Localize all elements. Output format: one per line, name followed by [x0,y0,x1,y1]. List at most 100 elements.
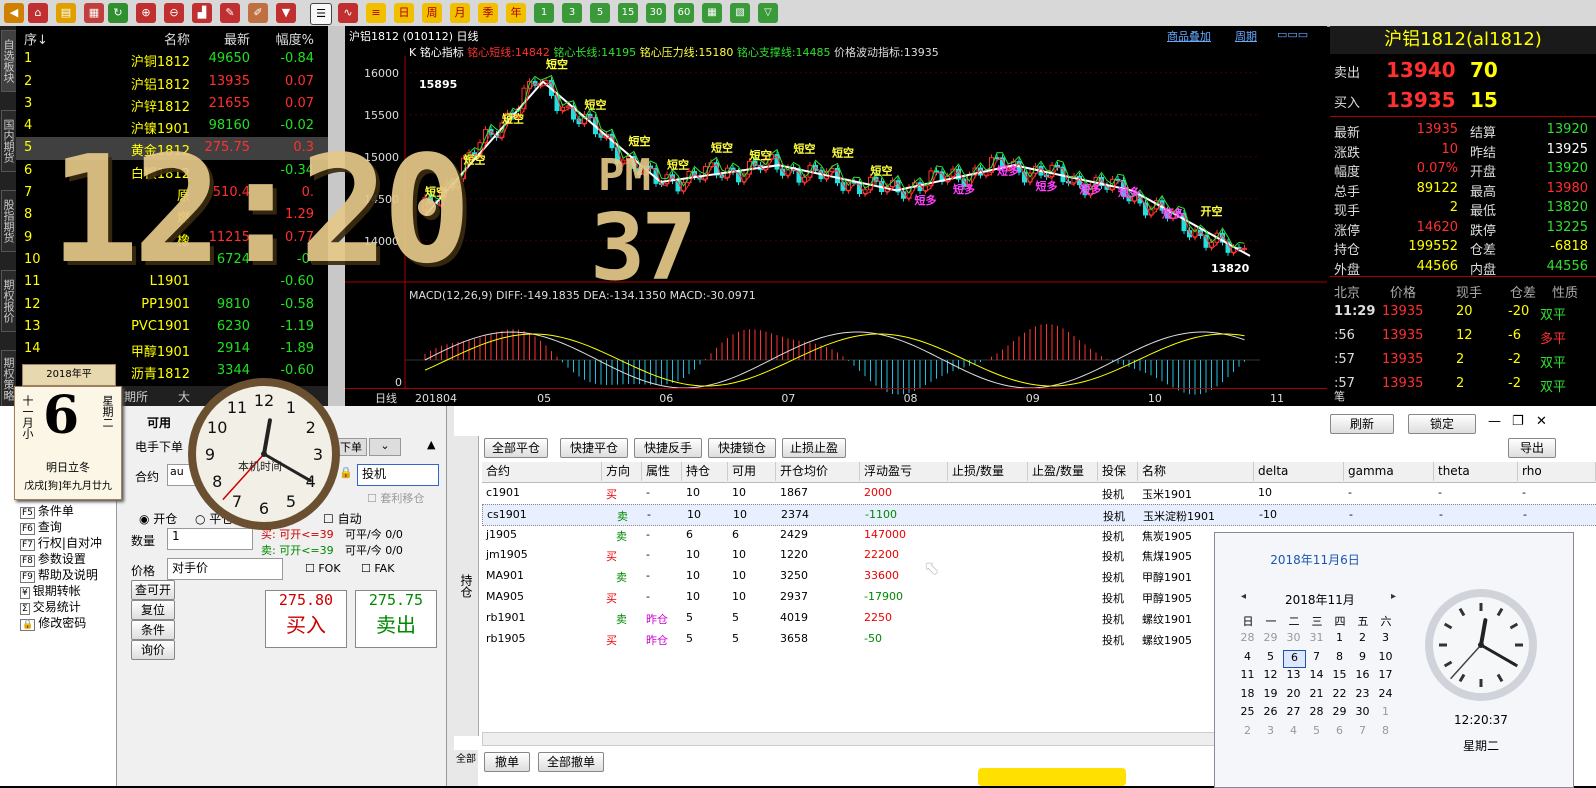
calendar-day-cell[interactable]: 4 [1283,724,1304,740]
price-mode-select[interactable]: 对手价 [167,558,283,580]
period-button-month[interactable]: 月 [450,3,470,23]
period-button-year[interactable]: 年 [506,3,526,23]
col-header-change[interactable]: 幅度% [248,29,314,48]
calendar-day-cell[interactable]: 21 [1306,687,1327,703]
function-menu-item[interactable]: ¥ 银期转帐 [20,582,81,599]
position-action-button[interactable]: 快捷反手 [634,438,702,458]
brush-icon[interactable]: ✐ [248,3,268,23]
calendar-day-cell[interactable]: 5 [1260,650,1281,666]
lock-button[interactable]: 锁定 [1408,414,1476,434]
calendar-day-cell[interactable]: 5 [1306,724,1327,740]
column-header[interactable]: 止损/数量 [948,462,1028,481]
order-icon[interactable]: ▦ [84,3,104,23]
quote-row[interactable]: 2 沪铝1812 13935 0.07 [16,71,328,93]
position-action-button[interactable]: 快捷平仓 [560,438,628,458]
quote-row[interactable]: 3 沪锌1812 21655 0.07 [16,93,328,115]
minimize-icon[interactable]: — [1488,414,1501,429]
open-radio[interactable]: ◉ 开仓 [139,510,177,527]
period-button-min[interactable]: ≡ [366,3,386,23]
calendar-day-cell[interactable]: 7 [1306,650,1327,666]
column-header[interactable]: 合约 [482,462,602,481]
calendar-day-cell[interactable]: 2 [1237,724,1258,740]
quote-row[interactable]: 14 甲醇1901 2914 -1.89 [16,338,328,360]
period-button-30min[interactable]: 30 [646,3,666,23]
function-menu-item[interactable]: F6 查询 [20,518,62,535]
position-row[interactable]: c1901 买 - 10 10 1867 2000 投机 玉米1901 10 - - - [482,483,1596,503]
calendar-day-cell[interactable]: 3 [1260,724,1281,740]
period-button-1min[interactable]: 1 [534,3,554,23]
analog-clock-widget[interactable]: 123456789101112 本机时间 [184,374,344,534]
home-icon[interactable]: ⌂ [28,3,48,23]
quote-row[interactable]: 1 沪铜1812 49650 -0.84 [16,48,328,70]
calendar-day-cell[interactable]: 16 [1352,668,1373,684]
tab-positions[interactable]: 持仓 [454,436,479,736]
vtab-domestic-futures[interactable]: 国内期货 [1,110,17,172]
column-header[interactable]: 方向 [602,462,642,481]
column-header[interactable]: 止盈/数量 [1028,462,1098,481]
hedge-select[interactable]: 投机 [357,464,439,486]
refresh-button[interactable]: 刷新 [1330,414,1394,434]
calendar-day-cell[interactable]: 30 [1352,705,1373,721]
calendar-day-cell[interactable]: 8 [1329,650,1350,666]
vtab-option-quotes[interactable]: 期权报价 [1,270,17,332]
tab-all-orders[interactable]: 全部 [454,750,478,786]
calendar-day-cell[interactable]: 25 [1237,705,1258,721]
next-month-icon[interactable]: ▸ [1391,591,1396,602]
function-menu-item[interactable]: F8 参数设置 [20,550,86,567]
col-header-last[interactable]: 最新 [176,29,250,48]
column-header[interactable]: rho [1518,462,1596,481]
horizontal-scrollbar[interactable] [482,732,1224,746]
calendar-day-cell[interactable]: 6 [1329,724,1350,740]
sell-button[interactable]: 275.75 卖出 [355,590,437,648]
calendar-day-cell[interactable]: 13 [1283,668,1304,684]
column-header[interactable]: 开仓均价 [776,462,860,481]
column-header[interactable]: delta [1254,462,1344,481]
calendar-day-cell[interactable]: 19 [1260,687,1281,703]
period-button-day[interactable]: 日 [394,3,414,23]
tab-exchange[interactable]: 期所 [124,388,148,405]
calendar-day-cell[interactable]: 29 [1260,631,1281,647]
collapse-icon[interactable]: ⌄ [369,438,401,456]
period-button-15min[interactable]: 15 [618,3,638,23]
column-header[interactable]: theta [1434,462,1518,481]
column-header[interactable]: 属性 [642,462,682,481]
period-button-5min[interactable]: 5 [590,3,610,23]
calendar-day-cell[interactable]: 4 [1237,650,1258,666]
column-header[interactable]: 持仓 [682,462,728,481]
position-action-button[interactable]: 全部平仓 [484,438,548,458]
tab-available-funds[interactable]: 可用 [147,414,171,431]
column-header[interactable]: gamma [1344,462,1434,481]
column-header[interactable]: 浮动盈亏 [860,462,948,481]
calendar-day-cell[interactable]: 24 [1375,687,1396,703]
close-icon[interactable]: ✕ [1536,414,1547,429]
cancel-all-button[interactable]: 全部撤单 [538,752,604,772]
buy-button[interactable]: 275.80 买入 [265,590,347,648]
period-button-60min[interactable]: 60 [674,3,694,23]
function-menu-item[interactable]: F7 行权|自对冲 [20,534,102,551]
fok-checkbox[interactable]: ☐ FOK [305,562,341,575]
function-menu-item[interactable]: Σ 交易统计 [20,598,81,615]
calendar-day-cell[interactable]: 9 [1352,650,1373,666]
column-header[interactable]: 可用 [728,462,776,481]
calendar-day-cell[interactable]: 1 [1329,631,1350,647]
calendar-day-cell[interactable]: 7 [1352,724,1373,740]
calendar-day-cell[interactable]: 18 [1237,687,1258,703]
calendar-day-cell[interactable]: 22 [1329,687,1350,703]
export-button[interactable]: 导出 [1508,438,1556,458]
calendar-day-cell[interactable]: 12 [1260,668,1281,684]
kline-icon[interactable]: ∿ [338,3,358,23]
back-icon[interactable]: ◀ [4,3,24,23]
calendar-day-cell[interactable]: 30 [1283,631,1304,647]
calendar-day-cell[interactable]: 27 [1283,705,1304,721]
pin-icon[interactable]: ▲ [427,438,435,451]
tab-quick-order[interactable]: 电手下单 [135,438,183,455]
period-button-week[interactable]: 周 [422,3,442,23]
note-icon[interactable]: ▤ [56,3,76,23]
column-header[interactable]: 名称 [1138,462,1254,481]
date-time-popup[interactable]: 2018年11月6日 ◂ 2018年11月 ▸ 日一二三四五六 28 29 30 31 1… [1214,532,1574,788]
period-button-quarter[interactable]: 季 [478,3,498,23]
calendar-day-cell[interactable]: 8 [1375,724,1396,740]
function-menu-item[interactable]: 🔒 修改密码 [20,614,86,631]
tick-tab[interactable]: 笔 [1334,388,1345,404]
calendar-day-cell[interactable]: 31 [1306,631,1327,647]
